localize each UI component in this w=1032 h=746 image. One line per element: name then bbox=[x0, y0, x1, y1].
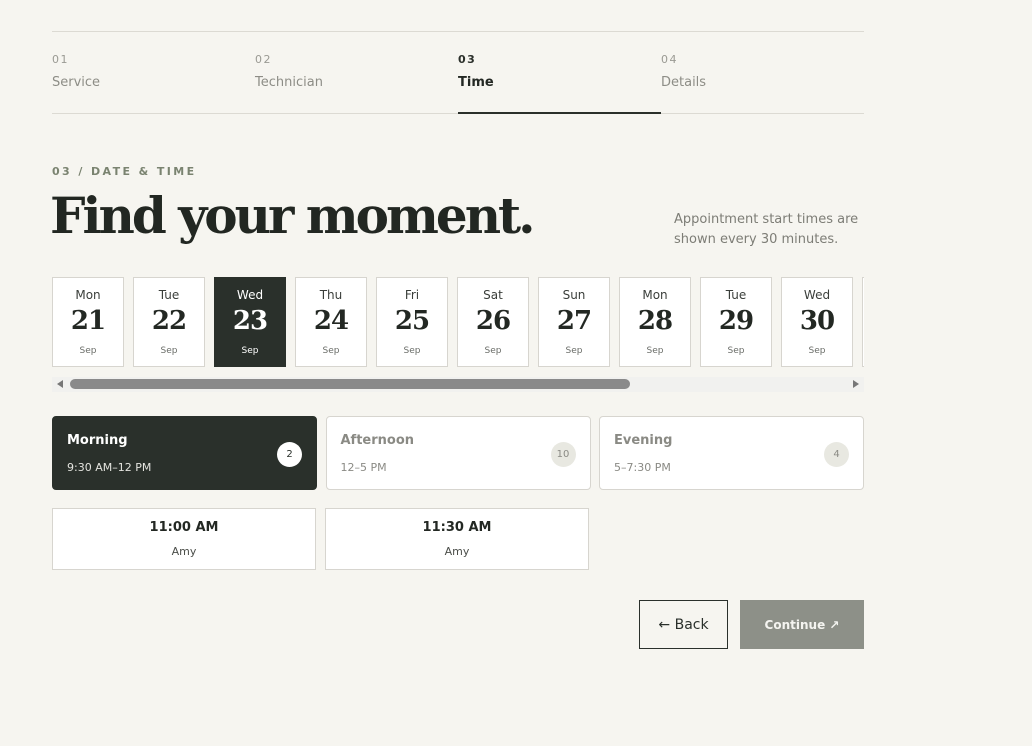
period-name: Morning bbox=[67, 433, 128, 448]
slot-time: 11:30 AM bbox=[422, 520, 492, 535]
date-card[interactable]: Mon 21 Sep bbox=[52, 277, 124, 367]
period-name: Afternoon bbox=[340, 433, 415, 448]
date-day: 26 bbox=[475, 306, 511, 336]
period-range: 9:30 AM–12 PM bbox=[67, 461, 152, 474]
period-morning[interactable]: Morning 9:30 AM–12 PM 2 bbox=[52, 416, 317, 490]
date-strip: Mon 21 Sep Tue 22 Sep Wed 23 Sep Thu 24 … bbox=[52, 277, 864, 367]
step-number: 01 bbox=[52, 53, 69, 66]
date-weekday: Tue bbox=[158, 288, 180, 302]
date-month: Sep bbox=[160, 346, 178, 356]
date-card[interactable]: Tue 29 Sep bbox=[700, 277, 772, 367]
date-day: 30 bbox=[799, 306, 835, 336]
date-month: Sep bbox=[727, 346, 745, 356]
date-strip-scrollbar[interactable] bbox=[52, 377, 864, 392]
date-month: Sep bbox=[79, 346, 97, 356]
date-month: Sep bbox=[403, 346, 421, 356]
step-label: Service bbox=[52, 75, 101, 90]
date-card-partial[interactable] bbox=[862, 277, 864, 367]
date-month: Sep bbox=[808, 346, 826, 356]
step-number: 02 bbox=[255, 53, 272, 66]
step-number: 03 bbox=[458, 53, 477, 66]
step-service[interactable]: 01 Service bbox=[52, 32, 255, 113]
date-month: Sep bbox=[646, 346, 664, 356]
slot-count-badge: 4 bbox=[824, 442, 849, 467]
date-day: 29 bbox=[718, 306, 754, 336]
date-day: 28 bbox=[637, 306, 673, 336]
date-card[interactable]: Fri 25 Sep bbox=[376, 277, 448, 367]
step-time[interactable]: 03 Time bbox=[458, 32, 661, 114]
slot-time: 11:00 AM bbox=[149, 520, 219, 535]
date-weekday: Mon bbox=[75, 288, 101, 302]
time-slot[interactable]: 11:00 AM Amy bbox=[52, 508, 316, 570]
date-weekday: Sun bbox=[562, 288, 586, 302]
page-title: Find your moment. bbox=[50, 186, 536, 245]
step-label: Details bbox=[661, 75, 707, 90]
date-month: Sep bbox=[565, 346, 583, 356]
date-card-selected[interactable]: Wed 23 Sep bbox=[214, 277, 286, 367]
date-day: 23 bbox=[232, 306, 268, 336]
date-month: Sep bbox=[241, 346, 259, 356]
date-weekday: Wed bbox=[803, 288, 831, 302]
scroll-left-arrow-icon[interactable] bbox=[57, 380, 63, 388]
period-afternoon[interactable]: Afternoon 12–5 PM 10 bbox=[325, 416, 591, 490]
period-range: 5–7:30 PM bbox=[614, 461, 671, 474]
period-name: Evening bbox=[614, 433, 673, 448]
step-label: Technician bbox=[255, 75, 323, 90]
date-card[interactable]: Thu 24 Sep bbox=[295, 277, 367, 367]
date-card[interactable]: Wed 30 Sep bbox=[781, 277, 853, 367]
period-selector: Morning 9:30 AM–12 PM 2 Afternoon 12–5 P… bbox=[52, 416, 864, 490]
date-month: Sep bbox=[322, 346, 340, 356]
time-slot[interactable]: 11:30 AM Amy bbox=[325, 508, 589, 570]
date-card[interactable]: Mon 28 Sep bbox=[619, 277, 691, 367]
time-interval-note: Appointment start times are shown every … bbox=[674, 212, 859, 247]
scrollbar-thumb[interactable] bbox=[70, 379, 630, 389]
date-weekday: Sat bbox=[483, 288, 503, 302]
date-card[interactable]: Sat 26 Sep bbox=[457, 277, 529, 367]
date-day: 22 bbox=[151, 306, 187, 336]
slot-count-badge: 10 bbox=[550, 442, 576, 467]
scroll-right-arrow-icon[interactable] bbox=[853, 380, 859, 388]
slot-technician: Amy bbox=[171, 545, 197, 558]
date-day: 21 bbox=[70, 306, 106, 336]
step-label: Time bbox=[458, 75, 494, 90]
time-slot-list: 11:00 AM Amy 11:30 AM Amy bbox=[52, 508, 598, 570]
period-range: 12–5 PM bbox=[340, 461, 387, 474]
date-weekday: Wed bbox=[236, 288, 264, 302]
date-card[interactable]: Sun 27 Sep bbox=[538, 277, 610, 367]
date-card[interactable]: Tue 22 Sep bbox=[133, 277, 205, 367]
period-evening[interactable]: Evening 5–7:30 PM 4 bbox=[599, 416, 864, 490]
step-details[interactable]: 04 Details bbox=[661, 32, 864, 113]
slot-technician: Amy bbox=[444, 545, 470, 558]
date-day: 24 bbox=[313, 306, 349, 336]
date-weekday: Thu bbox=[319, 288, 343, 302]
step-number: 04 bbox=[661, 53, 678, 66]
date-day: 27 bbox=[556, 306, 592, 336]
step-technician[interactable]: 02 Technician bbox=[255, 32, 458, 113]
date-day: 25 bbox=[394, 306, 430, 336]
back-button[interactable]: ← Back bbox=[639, 600, 728, 649]
section-eyebrow: 03 / DATE & TIME bbox=[52, 165, 197, 178]
date-weekday: Mon bbox=[642, 288, 668, 302]
progress-stepper: 01 Service 02 Technician 03 Time 04 Deta… bbox=[52, 31, 864, 114]
date-month: Sep bbox=[484, 346, 502, 356]
continue-button[interactable]: Continue ↗ bbox=[740, 600, 864, 649]
date-weekday: Tue bbox=[725, 288, 747, 302]
slot-count-badge: 2 bbox=[277, 442, 302, 467]
date-weekday: Fri bbox=[404, 288, 420, 302]
